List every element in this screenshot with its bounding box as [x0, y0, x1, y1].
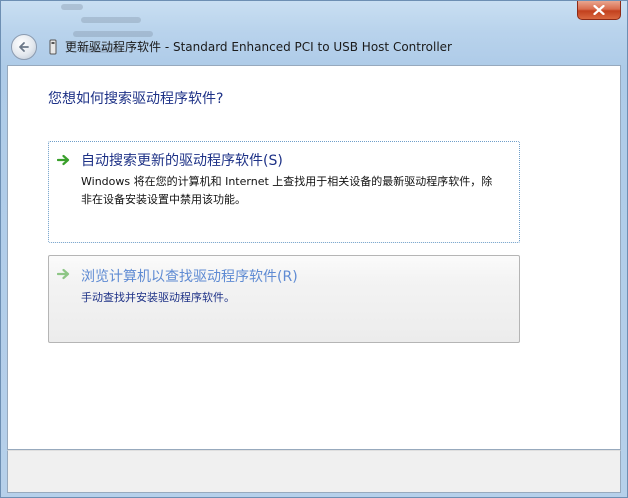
- browse-computer-option[interactable]: 浏览计算机以查找驱动程序软件(R) 手动查找并安装驱动程序软件。: [48, 255, 520, 343]
- wizard-header: 更新驱动程序软件 - Standard Enhanced PCI to USB …: [7, 31, 621, 63]
- green-arrow-icon: [57, 154, 70, 166]
- close-button[interactable]: [577, 1, 621, 20]
- auto-search-option[interactable]: 自动搜索更新的驱动程序软件(S) Windows 将在您的计算机和 Intern…: [48, 141, 520, 243]
- back-button[interactable]: [11, 34, 37, 60]
- window-title: 更新驱动程序软件 - Standard Enhanced PCI to USB …: [65, 40, 452, 54]
- auto-search-title: 自动搜索更新的驱动程序软件(S): [81, 153, 283, 169]
- close-icon: [593, 5, 605, 15]
- page-question: 您想如何搜索驱动程序软件?: [48, 91, 224, 107]
- update-driver-window: 更新驱动程序软件 - Standard Enhanced PCI to USB …: [0, 0, 628, 498]
- auto-search-description: Windows 将在您的计算机和 Internet 上查找用于相关设备的最新驱动…: [81, 175, 493, 206]
- wizard-content: 您想如何搜索驱动程序软件? 自动搜索更新的驱动程序软件(S) Windows 将…: [7, 65, 621, 450]
- usb-device-icon: [49, 39, 57, 55]
- wizard-footer: [7, 450, 621, 493]
- browse-computer-description: 手动查找并安装驱动程序软件。: [81, 291, 235, 304]
- back-arrow-icon: [19, 42, 29, 52]
- browse-computer-title: 浏览计算机以查找驱动程序软件(R): [81, 269, 298, 285]
- green-arrow-icon: [57, 268, 70, 280]
